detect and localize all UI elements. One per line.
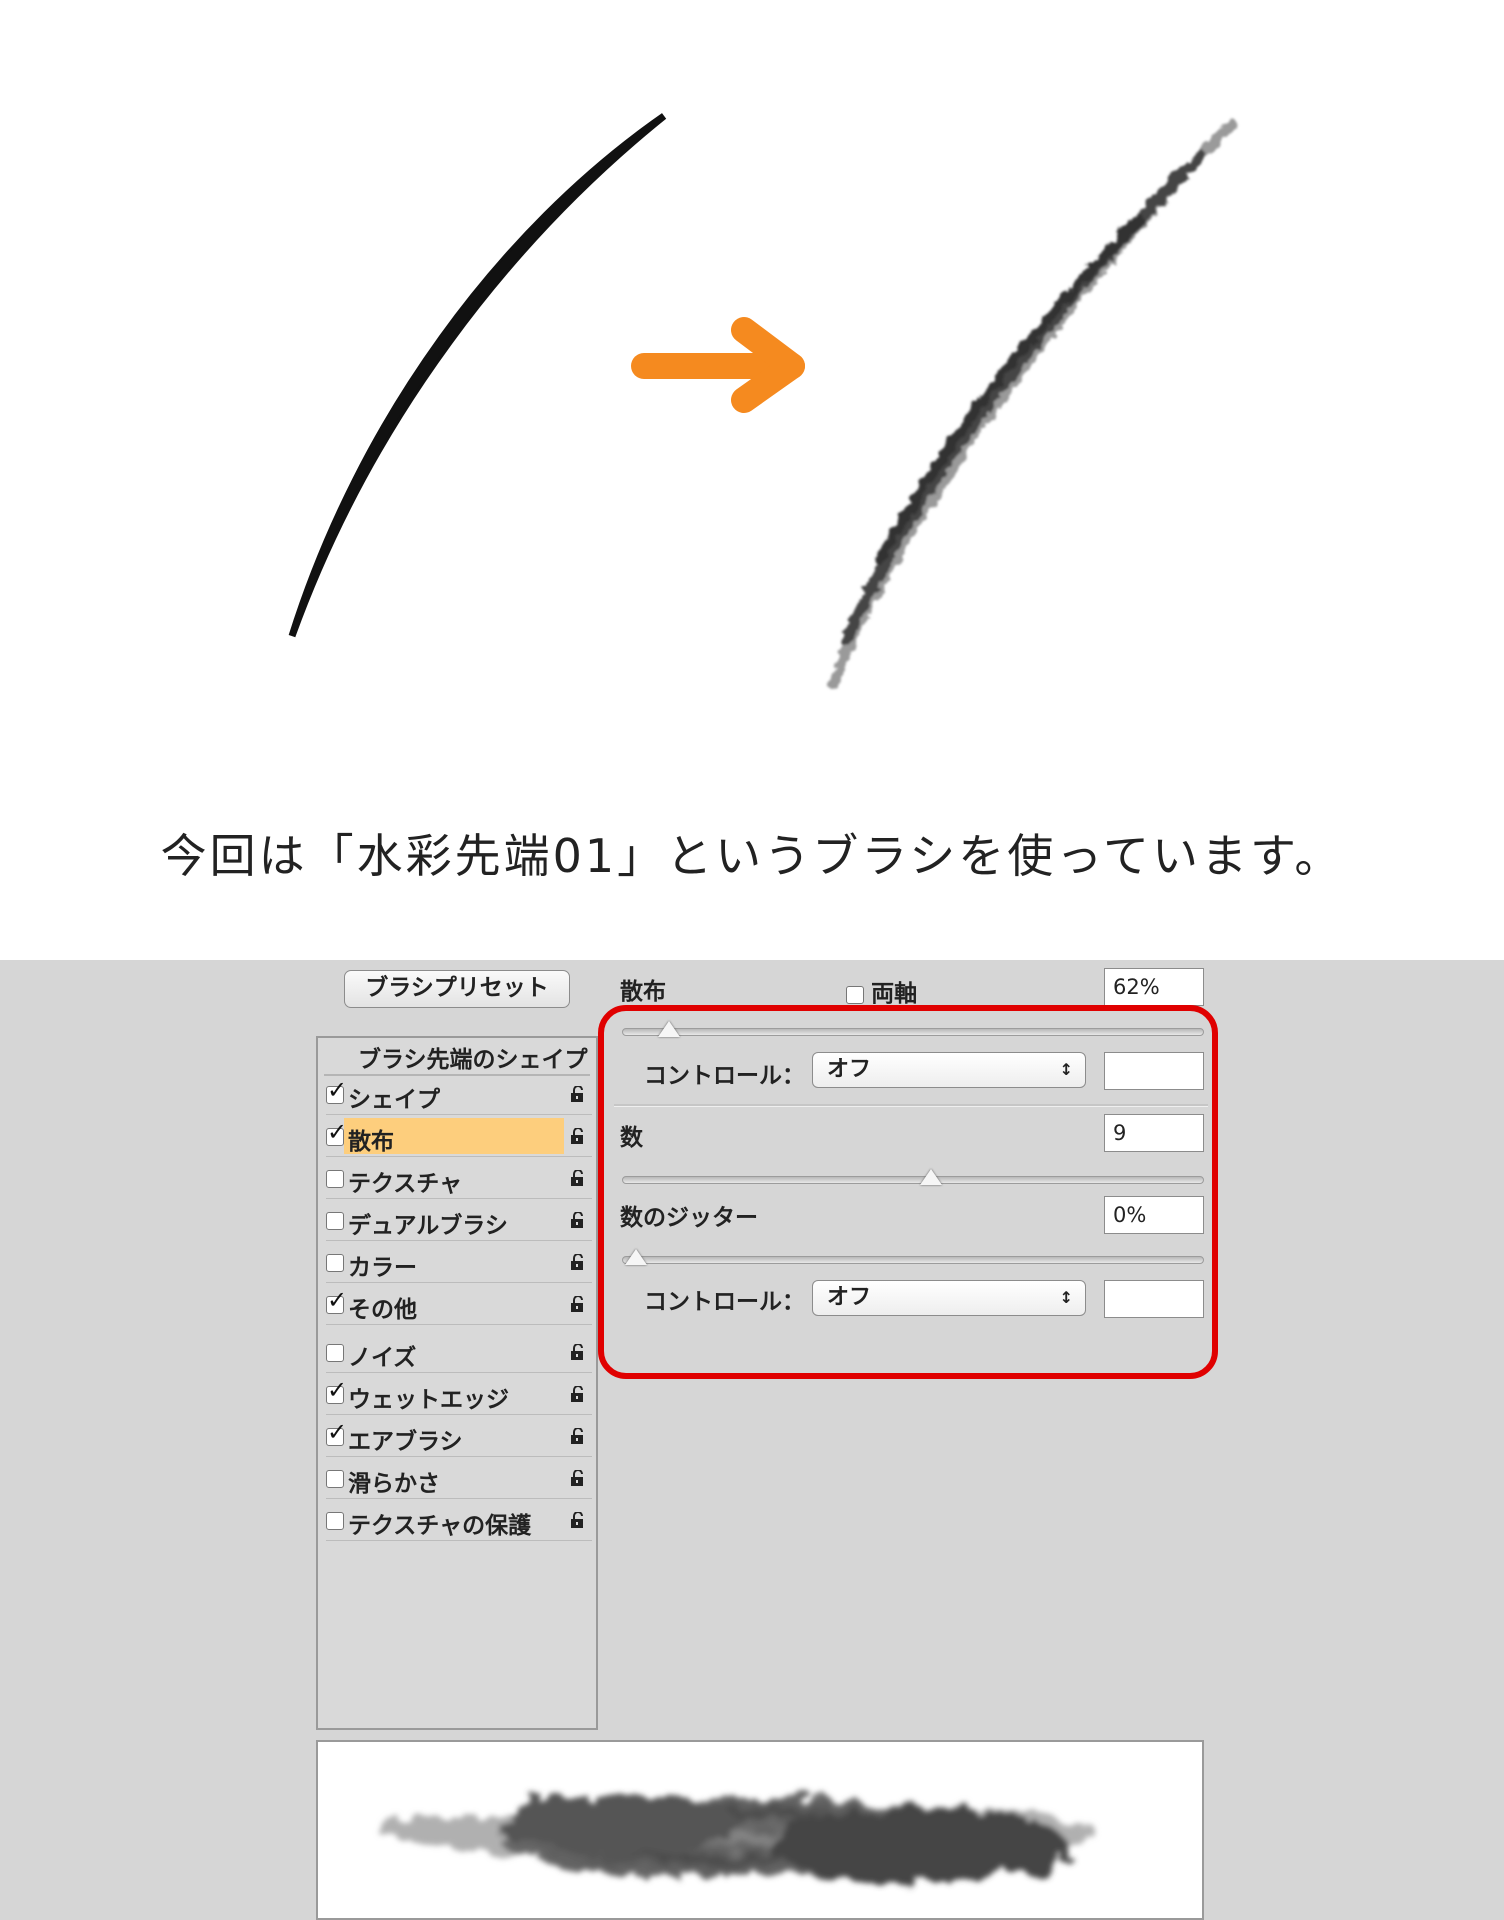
settings-item[interactable]: デュアルブラシ xyxy=(326,1202,592,1241)
settings-item-checkbox[interactable] xyxy=(326,1170,344,1188)
settings-item-label: エアブラシ xyxy=(348,1429,463,1455)
settings-item-checkbox[interactable]: ✓ xyxy=(326,1120,347,1146)
settings-item-label: シェイプ xyxy=(348,1087,440,1113)
check-icon: ✓ xyxy=(327,1376,348,1404)
lock-icon[interactable] xyxy=(570,1086,588,1102)
both-axes-option[interactable]: 両軸 xyxy=(846,974,917,1008)
lock-icon[interactable] xyxy=(570,1470,588,1486)
settings-item-label: カラー xyxy=(348,1255,417,1281)
check-icon: ✓ xyxy=(327,1286,348,1314)
settings-item-label: ウェットエッジ xyxy=(348,1387,509,1413)
brush-settings-list: ブラシ先端のシェイプ ✓ シェイプ ✓ 散布 テクスチャ デュアルブラシ カラー ✓ その他 ノイ… xyxy=(316,1036,598,1730)
settings-item[interactable]: ✓ その他 xyxy=(326,1286,592,1325)
settings-item-checkbox[interactable] xyxy=(326,1254,344,1272)
lock-icon[interactable] xyxy=(570,1128,588,1144)
settings-item[interactable]: 滑らかさ xyxy=(326,1460,592,1499)
settings-item[interactable]: カラー xyxy=(326,1244,592,1283)
lock-icon[interactable] xyxy=(570,1386,588,1402)
lock-icon[interactable] xyxy=(570,1212,588,1228)
original-brush-stroke xyxy=(288,113,667,638)
arrow-icon xyxy=(631,317,805,413)
brush-stroke-preview xyxy=(316,1740,1204,1920)
stroke-comparison-illustration xyxy=(288,113,1237,689)
settings-item[interactable]: ✓ シェイプ xyxy=(326,1076,592,1115)
settings-item-checkbox[interactable] xyxy=(326,1344,344,1362)
original-brush-stroke-body xyxy=(292,116,664,636)
illustration-area: 今回は「水彩先端01」というブラシを使っています。 xyxy=(0,0,1504,960)
highlight-callout-box xyxy=(598,1005,1218,1379)
lock-icon[interactable] xyxy=(570,1296,588,1312)
settings-item-label: 滑らかさ xyxy=(348,1471,440,1497)
settings-item[interactable]: ✓ エアブラシ xyxy=(326,1418,592,1457)
caption-text: 今回は「水彩先端01」というブラシを使っています。 xyxy=(160,829,1344,883)
settings-item-label: デュアルブラシ xyxy=(348,1213,508,1239)
settings-item[interactable]: ✓ 散布 xyxy=(326,1118,592,1157)
settings-item[interactable]: テクスチャの保護 xyxy=(326,1502,592,1541)
lock-icon[interactable] xyxy=(570,1170,588,1186)
both-axes-checkbox[interactable] xyxy=(846,986,864,1004)
settings-item-checkbox[interactable] xyxy=(326,1212,344,1230)
lock-icon[interactable] xyxy=(570,1428,588,1444)
watercolor-brush-stroke xyxy=(827,119,1237,689)
scatter-value-field[interactable]: 62% xyxy=(1104,968,1204,1006)
lock-icon[interactable] xyxy=(570,1344,588,1360)
settings-item-label: テクスチャの保護 xyxy=(348,1513,532,1539)
settings-item[interactable]: テクスチャ xyxy=(326,1160,592,1199)
settings-item-checkbox[interactable] xyxy=(326,1512,344,1530)
settings-item-label: その他 xyxy=(348,1297,417,1323)
settings-item[interactable]: ✓ ウェットエッジ xyxy=(326,1376,592,1415)
settings-item-checkbox[interactable]: ✓ xyxy=(326,1078,347,1104)
settings-item[interactable]: ノイズ xyxy=(326,1334,592,1373)
settings-item-checkbox[interactable]: ✓ xyxy=(326,1288,347,1314)
lock-icon[interactable] xyxy=(570,1254,588,1270)
settings-item-label: 散布 xyxy=(348,1129,394,1155)
both-axes-label: 両軸 xyxy=(871,981,918,1007)
brush-tip-shape-header[interactable]: ブラシ先端のシェイプ xyxy=(358,1040,588,1074)
settings-item-label: ノイズ xyxy=(348,1345,417,1371)
settings-item-checkbox[interactable]: ✓ xyxy=(326,1420,347,1446)
scatter-label: 散布 xyxy=(620,979,666,1005)
check-icon: ✓ xyxy=(327,1418,348,1446)
settings-item-checkbox[interactable] xyxy=(326,1470,344,1488)
lock-icon[interactable] xyxy=(570,1512,588,1528)
check-icon: ✓ xyxy=(327,1076,348,1104)
preview-stroke-graphic xyxy=(378,1794,1098,1882)
settings-item-checkbox[interactable]: ✓ xyxy=(326,1378,347,1404)
check-icon: ✓ xyxy=(327,1118,348,1146)
brush-preset-button[interactable]: ブラシプリセット xyxy=(344,970,570,1008)
settings-item-label: テクスチャ xyxy=(348,1171,463,1197)
